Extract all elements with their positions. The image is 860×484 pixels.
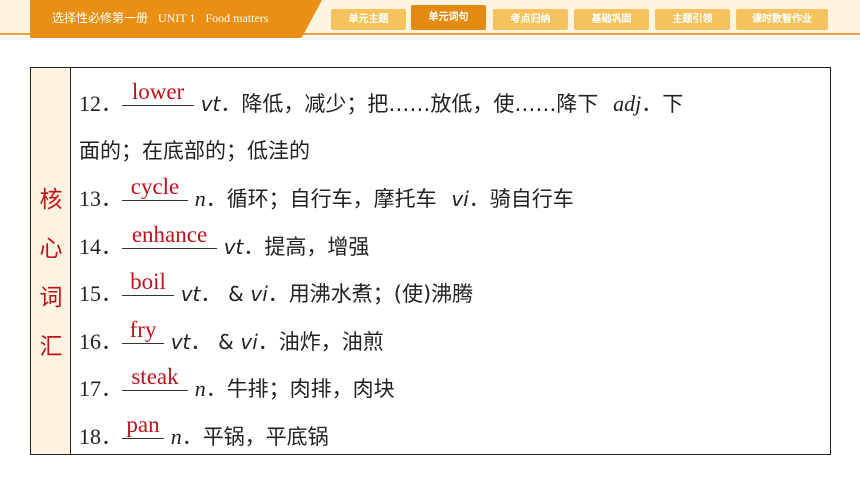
- vocab-entry: 12． lower vt．降低，减少；把……放低，使……降下 adj．下: [79, 77, 684, 116]
- part-of-speech: vt: [223, 234, 244, 259]
- unit-name: UNIT 1: [158, 11, 196, 25]
- definition: 牛排；肉排，肉块: [226, 377, 395, 401]
- entry-number: 12: [79, 91, 101, 116]
- unit-topic: Food matters: [205, 11, 269, 25]
- book-title-tab: 选择性必修第一册 UNIT 1 Food matters: [30, 0, 322, 38]
- vocab-entry: 14． enhance vt．提高，增强: [79, 220, 370, 259]
- definition: 面的；在底部的；低洼的: [79, 138, 310, 163]
- entry-number: 14: [79, 233, 101, 259]
- part-of-speech: vi: [250, 282, 268, 306]
- definition: 平锅，平底锅: [202, 424, 329, 449]
- definition: 提高，增强: [264, 234, 370, 259]
- vocab-entry: 17． steak n．牛排；肉排，肉块: [79, 362, 395, 401]
- definition: 循环；自行车，摩托车: [226, 187, 437, 211]
- answer-blank: boil: [122, 267, 174, 296]
- tab-unit-theme[interactable]: 单元主题: [331, 9, 406, 30]
- part-of-speech: n: [194, 376, 206, 401]
- part-of-speech: vi: [451, 187, 469, 211]
- part-of-speech: n: [170, 423, 182, 449]
- entry-number: 17: [79, 376, 101, 401]
- section-label-char: 核: [39, 187, 63, 213]
- definition: 下: [662, 92, 684, 116]
- conjunction: &: [218, 329, 234, 354]
- definition: 降低，减少；把……放低，使……降下: [241, 92, 599, 116]
- part-of-speech: vt: [180, 282, 201, 306]
- definition: 骑自行车: [489, 187, 574, 211]
- answer-blank: lower: [122, 77, 194, 106]
- part-of-speech: vt: [200, 92, 221, 116]
- answer-blank: steak: [122, 362, 188, 391]
- vocab-entry: 18． pan n．平锅，平底锅: [79, 410, 329, 449]
- part-of-speech: vt: [170, 329, 191, 354]
- entry-number: 16: [79, 328, 101, 354]
- answer-blank: pan: [122, 410, 164, 439]
- vocab-entry: 16． fry vt． & vi．油炸，油煎: [79, 315, 384, 354]
- book-name: 选择性必修第一册: [52, 11, 149, 25]
- conjunction: &: [228, 282, 244, 306]
- vocabulary-panel: 核 心 词 汇 12． lower vt．降低，减少；把……放低，使……降下 ad…: [30, 67, 831, 455]
- vocab-entry: 13． cycle n．循环；自行车，摩托车 vi．骑自行车: [79, 172, 574, 211]
- answer-blank: fry: [122, 315, 164, 344]
- answer-blank: cycle: [122, 172, 188, 201]
- part-of-speech: adj: [613, 91, 642, 116]
- section-label-char: 心: [39, 236, 63, 262]
- tab-digital-homework[interactable]: 课时数智作业: [736, 9, 828, 30]
- section-label-char: 汇: [39, 334, 63, 360]
- section-label-char: 词: [39, 285, 63, 311]
- part-of-speech: vi: [240, 329, 258, 354]
- entry-number: 13: [79, 186, 101, 211]
- vocab-entry: 15． boil vt． & vi．用沸水煮；(使)沸腾: [79, 267, 474, 306]
- header-bar: 选择性必修第一册 UNIT 1 Food matters 单元主题 单元词句 考点归…: [0, 0, 860, 40]
- side-column: 核 心 词 汇: [31, 68, 71, 454]
- entry-list: 12． lower vt．降低，减少；把……放低，使……降下 adj．下 面的；在…: [79, 77, 824, 460]
- definition: 油炸，油煎: [278, 329, 384, 354]
- vocab-entry-continued: 面的；在底部的；低洼的: [79, 128, 824, 176]
- tab-key-points[interactable]: 考点归纳: [493, 9, 568, 30]
- entry-number: 15: [79, 281, 101, 306]
- tab-unit-vocabulary[interactable]: 单元词句: [411, 5, 486, 30]
- section-label: 核 心 词 汇: [31, 176, 71, 372]
- definition: 用沸水煮；(使)沸腾: [288, 282, 474, 306]
- tab-basic-practice[interactable]: 基础巩固: [574, 9, 649, 30]
- part-of-speech: n: [194, 186, 206, 211]
- entry-number: 18: [79, 423, 101, 449]
- answer-blank: enhance: [122, 220, 217, 249]
- tab-theme-guide[interactable]: 主题引领: [655, 9, 730, 30]
